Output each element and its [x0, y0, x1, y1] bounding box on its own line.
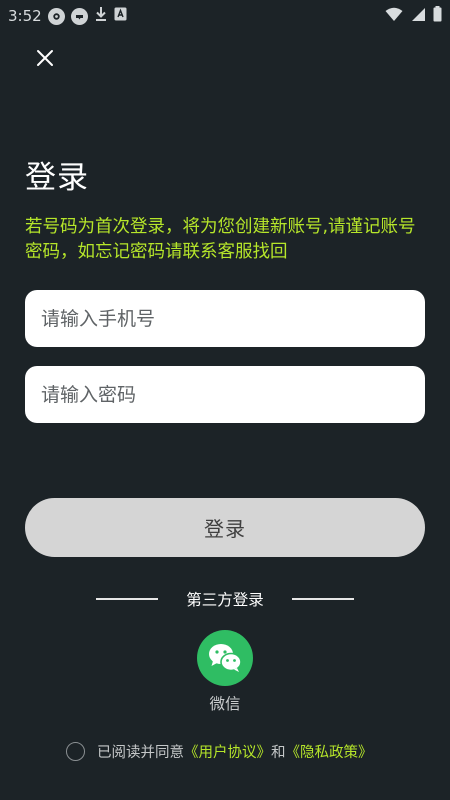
wechat-label: 微信 [209, 695, 241, 713]
agreement-row: 已阅读并同意 《用户协议》 和 《隐私政策》 [66, 740, 373, 762]
wifi-icon [385, 7, 403, 26]
status-time: 3:52 [8, 7, 42, 25]
login-notice: 若号码为首次登录，将为您创建新账号,请谨记账号密码，如忘记密码请联系客服找回 [25, 217, 416, 262]
notification-circle-icon [47, 7, 65, 25]
status-left: 3:52 [8, 6, 127, 26]
app-notification-icon [114, 7, 127, 25]
password-field [25, 366, 425, 423]
user-agreement-link[interactable]: 《用户协议》 [184, 741, 271, 762]
login-screen: 3:52 登录 若号码为首次登录，将为您创建新账号,请谨记账号密码，如忘记密码请… [0, 0, 450, 800]
status-right [385, 6, 442, 26]
divider-right [291, 598, 354, 600]
close-button[interactable] [30, 43, 60, 73]
agreement-prefix: 已阅读并同意 [97, 744, 184, 761]
download-icon [94, 6, 108, 26]
battery-icon [433, 6, 442, 26]
privacy-policy-link[interactable]: 《隐私政策》 [286, 741, 373, 762]
agreement-radio[interactable] [66, 741, 85, 761]
phone-field [25, 290, 425, 347]
page-title: 登录 [25, 160, 89, 196]
close-icon [37, 50, 53, 66]
wechat-icon [209, 644, 242, 672]
gamepad-circle-icon [70, 7, 88, 25]
login-button[interactable]: 登录 [25, 498, 425, 557]
agreement-conjunction: 和 [271, 744, 286, 761]
status-bar: 3:52 [0, 0, 450, 32]
phone-input[interactable] [41, 307, 409, 330]
third-party-label: 第三方登录 [186, 591, 264, 609]
signal-icon [410, 7, 426, 26]
wechat-login-button[interactable] [197, 630, 253, 686]
divider-left [96, 598, 159, 600]
password-input[interactable] [41, 383, 409, 406]
third-party-divider: 第三方登录 [0, 588, 450, 610]
